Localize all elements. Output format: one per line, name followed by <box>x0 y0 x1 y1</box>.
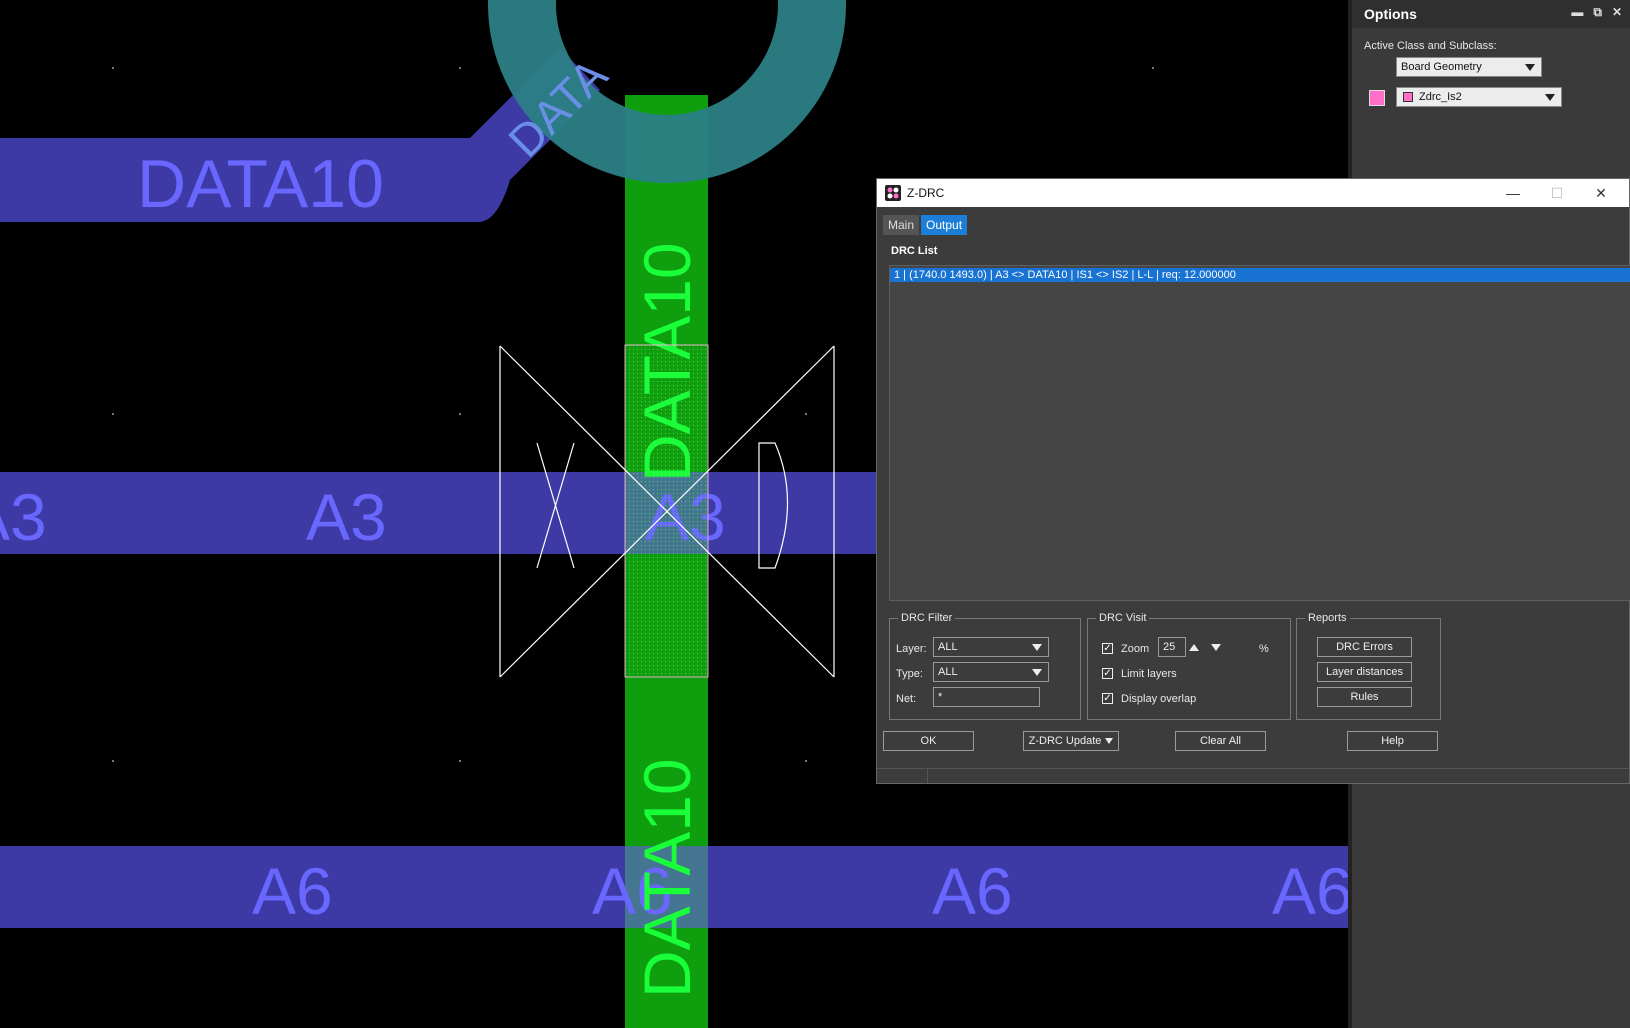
maximize-icon[interactable]: ☐ <box>1535 179 1579 207</box>
status-bar <box>877 768 1629 783</box>
zdrc-update-label: Z-DRC Update <box>1028 735 1102 747</box>
subclass-select-value: Zdrc_Is2 <box>1419 91 1462 103</box>
zoom-label: Zoom <box>1121 643 1150 655</box>
layer-distances-button[interactable]: Layer distances <box>1317 662 1412 682</box>
reports-legend: Reports <box>1305 612 1350 624</box>
label-data10-vertical-bottom: DATA10 <box>630 758 704 998</box>
class-select-value: Board Geometry <box>1401 61 1482 73</box>
tab-output[interactable]: Output <box>921 215 968 235</box>
subclass-color-swatch[interactable] <box>1369 90 1385 106</box>
drc-list-label: DRC List <box>891 245 938 257</box>
chevron-down-icon <box>1105 738 1114 744</box>
close-icon[interactable]: ✕ <box>1612 5 1622 20</box>
type-select-value: ALL <box>938 666 958 678</box>
drc-list[interactable]: 1 | (1740.0 1493.0) | A3 <> DATA10 | IS1… <box>889 265 1630 601</box>
chevron-down-icon <box>1525 64 1535 71</box>
net-input-value: * <box>938 691 943 703</box>
minimize-icon[interactable]: — <box>1491 179 1535 207</box>
close-icon[interactable]: ✕ <box>1579 179 1623 207</box>
restore-icon[interactable]: ⧉ <box>1593 5 1602 20</box>
minimize-icon[interactable]: ▬ <box>1571 5 1583 20</box>
label-a6-4: A6 <box>1272 854 1348 928</box>
chevron-down-icon <box>1032 669 1042 676</box>
help-button[interactable]: Help <box>1347 731 1438 751</box>
zoom-percent: % <box>1259 643 1269 655</box>
zoom-value-input[interactable]: 25 <box>1158 637 1186 657</box>
status-separator <box>927 769 928 783</box>
label-a6-3: A6 <box>932 854 1013 928</box>
zoom-down-button[interactable] <box>1208 638 1224 656</box>
class-select[interactable]: Board Geometry <box>1396 57 1542 77</box>
label-a3-mid: A3 <box>306 480 387 554</box>
type-label: Type: <box>896 668 923 680</box>
net-label: Net: <box>896 693 917 705</box>
layer-select[interactable]: ALL <box>933 637 1049 657</box>
arrow-up-icon <box>1189 643 1199 651</box>
layer-select-value: ALL <box>938 641 958 653</box>
active-class-label: Active Class and Subclass: <box>1364 40 1497 52</box>
zoom-up-button[interactable] <box>1186 638 1202 656</box>
arrow-down-icon <box>1211 643 1221 651</box>
zoom-checkbox[interactable]: ✓ <box>1102 643 1113 654</box>
zdrc-dialog: Z-DRC — ☐ ✕ Main Output DRC List 1 | (17… <box>876 178 1630 784</box>
drc-filter-legend: DRC Filter <box>898 612 956 624</box>
zoom-value: 25 <box>1163 641 1176 653</box>
limit-layers-label: Limit layers <box>1121 668 1177 680</box>
reports-group: Reports DRC Errors Layer distances Rules <box>1296 612 1441 720</box>
drc-filter-group: DRC Filter Layer: ALL Type: ALL Net: * <box>889 612 1081 720</box>
label-data10-top: DATA10 <box>137 146 384 222</box>
chevron-down-icon <box>1545 94 1555 101</box>
zdrc-app-icon <box>885 185 901 201</box>
zdrc-title-bar[interactable]: Z-DRC — ☐ ✕ <box>877 179 1629 207</box>
layer-label: Layer: <box>896 643 927 655</box>
drc-visit-legend: DRC Visit <box>1096 612 1150 624</box>
label-a6-1: A6 <box>252 854 333 928</box>
tab-main[interactable]: Main <box>883 215 920 235</box>
type-select[interactable]: ALL <box>933 662 1049 682</box>
net-input[interactable]: * <box>933 687 1040 707</box>
chevron-down-icon <box>1032 644 1042 651</box>
rules-button[interactable]: Rules <box>1317 687 1412 707</box>
options-title: Options <box>1364 6 1417 22</box>
ok-button[interactable]: OK <box>883 731 974 751</box>
drc-visit-group: DRC Visit ✓ Zoom 25 % ✓ Limit layers ✓ D… <box>1087 612 1291 720</box>
zdrc-update-button[interactable]: Z-DRC Update <box>1023 731 1119 751</box>
display-overlap-label: Display overlap <box>1121 693 1197 705</box>
zdrc-title: Z-DRC <box>907 186 945 200</box>
clear-all-button[interactable]: Clear All <box>1175 731 1266 751</box>
subclass-color-chip <box>1403 92 1413 102</box>
zdrc-tabs: Main Output <box>883 215 968 235</box>
a3-trace <box>0 472 876 554</box>
display-overlap-checkbox[interactable]: ✓ <box>1102 693 1113 704</box>
label-a3-left: A3 <box>0 480 47 554</box>
drc-errors-button[interactable]: DRC Errors <box>1317 637 1412 657</box>
limit-layers-checkbox[interactable]: ✓ <box>1102 668 1113 679</box>
options-title-bar: Options ▬ ⧉ ✕ <box>1352 0 1630 28</box>
drc-list-item[interactable]: 1 | (1740.0 1493.0) | A3 <> DATA10 | IS1… <box>890 268 1630 282</box>
subclass-select[interactable]: Zdrc_Is2 <box>1396 87 1562 107</box>
